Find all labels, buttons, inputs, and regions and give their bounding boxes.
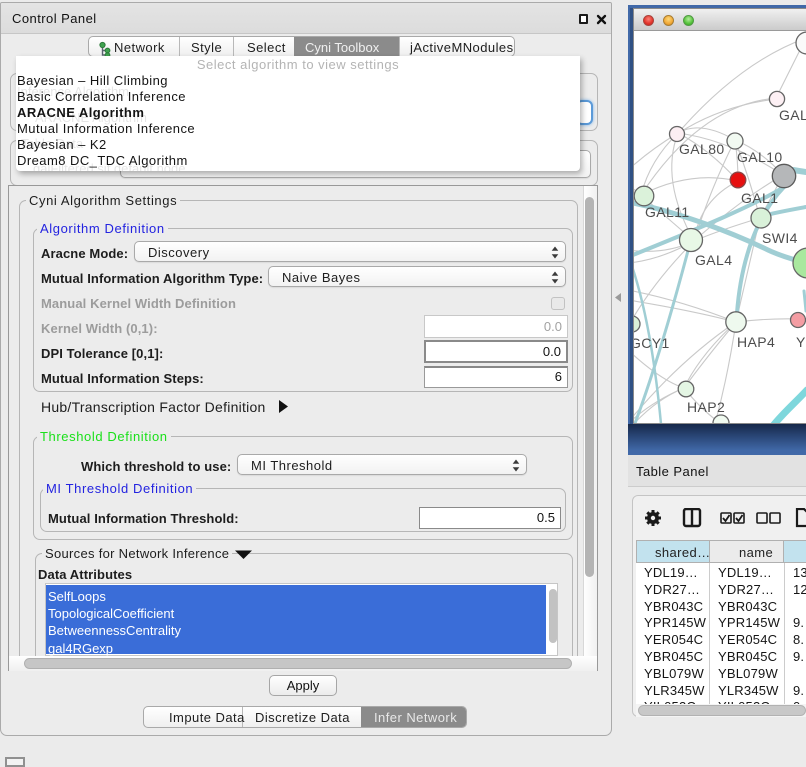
svg-text:GAL4: GAL4	[695, 252, 732, 268]
svg-text:HAP2: HAP2	[687, 399, 725, 415]
svg-text:GAL80: GAL80	[679, 141, 725, 157]
svg-text:GAL1: GAL1	[741, 190, 778, 206]
svg-text:GAL11: GAL11	[645, 204, 690, 220]
svg-text:GAL10: GAL10	[737, 149, 783, 165]
svg-text:Y: Y	[796, 334, 806, 350]
svg-text:SWI4: SWI4	[762, 230, 798, 246]
svg-text:GCY1: GCY1	[634, 335, 670, 351]
svg-text:HAP4: HAP4	[737, 334, 775, 350]
svg-text:GAL: GAL	[779, 107, 806, 123]
